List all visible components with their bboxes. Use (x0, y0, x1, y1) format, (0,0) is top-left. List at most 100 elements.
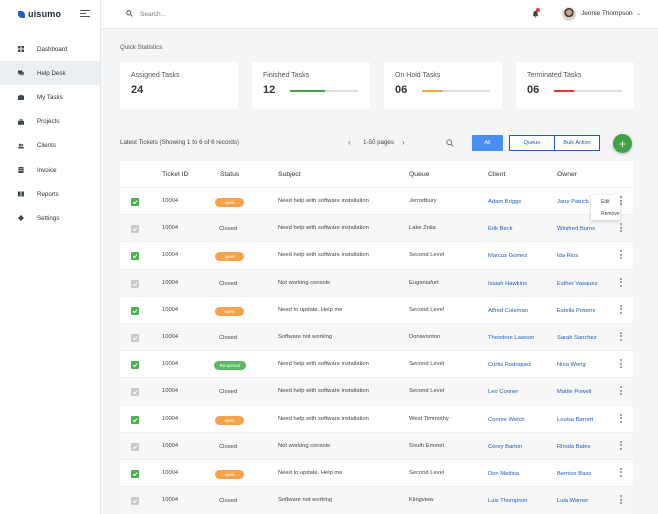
column-header-client[interactable]: Client (488, 171, 505, 178)
more-vertical-icon[interactable] (620, 413, 623, 425)
sidebar-item-dashboard[interactable]: Dashboard (0, 37, 100, 61)
sidebar-item-clients[interactable]: Clients (0, 134, 100, 158)
menu-item-remove[interactable]: Remove (591, 208, 620, 219)
client-link[interactable]: Don Medina (488, 471, 519, 477)
client-link[interactable]: Marcus Gomez (488, 253, 527, 259)
table-row[interactable]: 10004 open Need help with software install… (120, 406, 633, 433)
client-link[interactable]: Isaiah Hawkins (488, 281, 527, 287)
more-vertical-icon[interactable] (620, 440, 623, 452)
row-checkbox[interactable] (131, 333, 139, 342)
sidebar-item-settings[interactable]: Settings (0, 206, 100, 230)
owner-link[interactable]: Mattie Powell (557, 389, 591, 395)
sidebar-item-reports[interactable]: Reports (0, 182, 100, 206)
table-row[interactable]: 10004 Closed Need help with software insta… (120, 378, 633, 406)
owner-link[interactable]: Nina Wong (557, 362, 586, 368)
status-badge: open (215, 469, 244, 479)
client-link[interactable]: Luis Thompson (488, 498, 528, 504)
table-search-icon[interactable] (446, 139, 454, 147)
table-row[interactable]: 10004 Reopened Need help with software ins… (120, 351, 633, 379)
table-row[interactable]: 10004 Closed Software not working Donavonto… (120, 323, 633, 352)
sidebar-item-help-desk[interactable]: Help Desk (0, 61, 100, 86)
row-checkbox[interactable] (131, 361, 139, 370)
owner-link[interactable]: Esther Vasquez (557, 281, 598, 287)
client-link[interactable]: Alfred Coleman (488, 308, 528, 314)
table-row[interactable]: 10004 Closed Not working console Eugeniafur… (120, 269, 633, 297)
avatar[interactable] (562, 7, 576, 21)
client-link[interactable]: Erik Beck (488, 226, 512, 232)
more-vertical-icon[interactable] (620, 277, 623, 289)
chevron-right-icon[interactable]: › (402, 138, 405, 147)
row-checkbox[interactable] (131, 388, 139, 397)
more-vertical-icon[interactable] (620, 331, 623, 343)
client-link[interactable]: Leo Conner (488, 389, 518, 395)
table-row[interactable]: 10004 open Need to update. Help me Second L… (120, 460, 633, 488)
row-checkbox[interactable] (131, 198, 139, 206)
chevron-left-icon[interactable]: ‹ (348, 138, 351, 147)
column-header-status[interactable]: Status (220, 171, 239, 178)
ticket-subject: Not working console (278, 442, 331, 449)
chevron-down-icon[interactable]: ⌄ (636, 10, 641, 17)
owner-link[interactable]: Winifred Burns (557, 226, 595, 232)
tickets-table: Ticket ID Status Subject Queue Client Ow… (120, 161, 633, 514)
owner-link[interactable]: Bernice Bass (557, 471, 591, 477)
owner-link[interactable]: Sarah Sanchez (557, 335, 597, 341)
row-checkbox[interactable] (131, 415, 139, 424)
owner-link[interactable]: Estella Powers (557, 308, 595, 314)
owner-link[interactable]: Louisa Barrett (557, 417, 593, 423)
table-row[interactable]: 10004 open Need help with software install… (120, 188, 633, 216)
user-name[interactable]: Jennie Thompson (581, 10, 633, 17)
ticket-queue: Second Level (409, 306, 445, 313)
row-checkbox[interactable] (131, 279, 139, 288)
more-vertical-icon[interactable] (620, 467, 623, 479)
sidebar-item-invoice[interactable]: Invoice (0, 158, 100, 182)
owner-link[interactable]: Rhoda Bates (557, 444, 591, 450)
column-header-ticket-id[interactable]: Ticket ID (162, 171, 189, 178)
table-row[interactable]: 10004 Closed Not working console South Emme… (120, 432, 633, 460)
row-checkbox[interactable] (131, 252, 139, 261)
owner-link[interactable]: Ida Rios (557, 253, 578, 259)
sidebar-item-my-tasks[interactable]: My Tasks (0, 85, 100, 109)
status-badge: open (215, 198, 244, 207)
brand-logo[interactable]: uisumo (18, 8, 61, 20)
filter-queue-button[interactable]: Queue (509, 135, 555, 151)
more-vertical-icon[interactable] (620, 304, 623, 316)
row-checkbox[interactable] (131, 442, 139, 451)
row-checkbox[interactable] (131, 225, 139, 234)
table-row[interactable]: 10004 open Need help with software install… (120, 242, 633, 270)
more-vertical-icon[interactable] (620, 386, 623, 397)
menu-toggle-icon[interactable] (80, 10, 90, 19)
add-ticket-button[interactable]: + (613, 134, 632, 153)
more-vertical-icon[interactable] (620, 359, 623, 370)
client-link[interactable]: Curtis Rodriquez (488, 362, 531, 368)
column-header-subject[interactable]: Subject (278, 171, 301, 178)
table-row[interactable]: 10004 Closed Need help with software insta… (120, 215, 633, 243)
more-vertical-icon[interactable] (620, 250, 623, 261)
row-checkbox[interactable] (131, 306, 139, 315)
sidebar-item-label: Invoice (37, 166, 57, 174)
client-link[interactable]: Adam Briggs (488, 199, 521, 205)
row-checkbox[interactable] (131, 469, 139, 478)
search-icon[interactable] (126, 10, 133, 17)
column-header-queue[interactable]: Queue (409, 171, 429, 178)
column-header-owner[interactable]: Owner (557, 171, 577, 178)
bulk-action-button[interactable]: Bulk Action (554, 135, 600, 151)
more-vertical-icon[interactable] (620, 223, 623, 234)
more-vertical-icon[interactable] (620, 196, 623, 207)
search-input[interactable] (140, 8, 260, 20)
filter-all-button[interactable]: All (472, 135, 503, 151)
status-badge: open (215, 306, 244, 316)
row-checkbox[interactable] (131, 497, 139, 506)
client-link[interactable]: Theodore Lawson (488, 335, 534, 341)
menu-item-edit[interactable]: Edit (591, 196, 620, 207)
client-link[interactable]: Corey Barton (488, 444, 522, 450)
ticket-queue: Second Level (409, 388, 445, 395)
owner-link[interactable]: Jane Patrick (557, 199, 589, 205)
ticket-subject: Need to update. Help me (278, 469, 343, 476)
table-row[interactable]: 10004 open Need to update. Help me Second L… (120, 297, 633, 324)
sidebar-item-projects[interactable]: Projects (0, 110, 100, 134)
notification-dot (536, 8, 540, 12)
client-link[interactable]: Connor Welch (488, 417, 525, 423)
more-vertical-icon[interactable] (620, 495, 623, 506)
table-row[interactable]: 10004 Closed Software not working Klingview… (120, 487, 633, 514)
owner-link[interactable]: Lula Warner (557, 498, 588, 504)
